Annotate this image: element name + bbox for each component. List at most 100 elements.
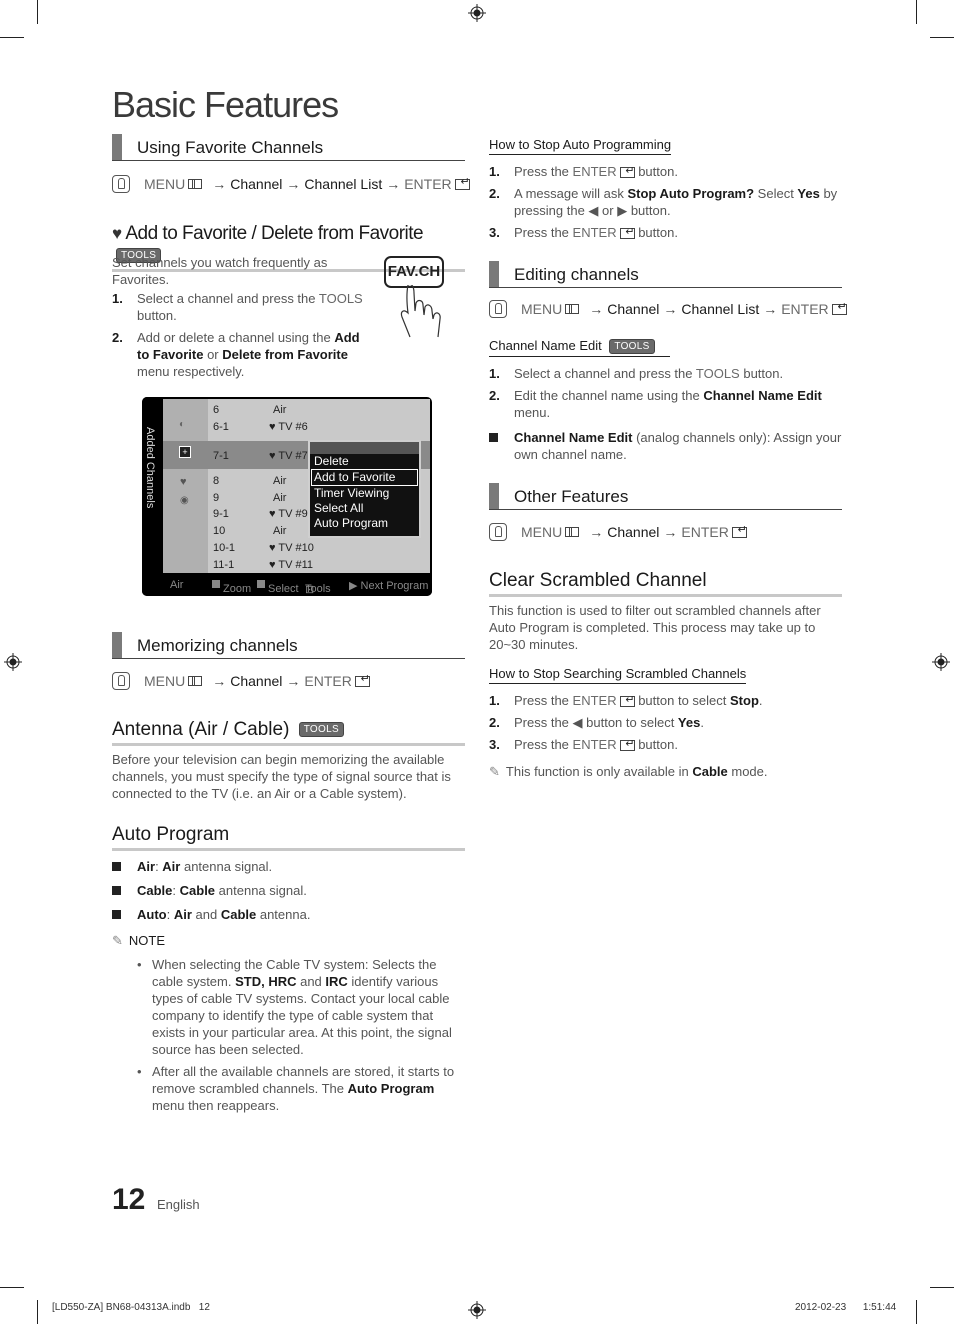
option-air: Air: Air antenna signal. [112, 858, 467, 875]
hand-pointer-icon [489, 523, 507, 541]
add-favorite-intro: Set channels you watch frequently as Fav… [112, 255, 328, 287]
note-pencil-icon: ✎ [112, 933, 123, 948]
hand-pointer-icon [489, 300, 507, 318]
path-enter: ENTER [304, 673, 352, 689]
path-step: Channel [607, 524, 660, 540]
add-channel-icon: + [179, 446, 191, 458]
step-item: 3.Press the ENTER button. [489, 736, 844, 753]
menu-icon [188, 179, 203, 189]
heading-text: Antenna (Air / Cable) [112, 719, 290, 740]
osd-menu-item-add-favorite[interactable]: Add to Favorite [311, 469, 418, 486]
enter-icon [619, 692, 635, 709]
channel-name-edit-bullet: Channel Name Edit (analog channels only)… [489, 429, 844, 470]
section-bar [112, 134, 122, 160]
osd-footer-next: ▶ Next Program [349, 580, 429, 592]
heart-icon: ♥ [112, 224, 122, 243]
print-slug-file: [LD550-ZA] BN68-04313A.indb 12 [52, 1302, 210, 1313]
osd-channel-row-selected: 7-1 ♥ TV #7 [213, 450, 308, 462]
page-language: English [157, 1197, 200, 1212]
osd-channel-row: 6 Air [213, 404, 287, 416]
path-menu: MENU [144, 176, 186, 192]
section-title: Editing channels [514, 265, 639, 284]
crop-mark [930, 37, 954, 38]
crop-mark [916, 0, 917, 24]
osd-side-label: Added Channels [144, 427, 156, 509]
enter-icon [454, 175, 470, 190]
osd-menu-item-timer-viewing[interactable]: Timer Viewing [310, 486, 419, 501]
step-item: 1. Select a channel and press the TOOLS b… [489, 366, 784, 381]
heading-auto-program: Auto Program [112, 824, 465, 851]
step-item: 2. A message will ask Stop Auto Program? … [489, 186, 838, 218]
crop-mark [930, 1287, 954, 1288]
option-auto: Auto: Air and Cable antenna. [112, 906, 467, 923]
section-title: Using Favorite Channels [137, 138, 324, 157]
print-slug-date: 2012-02-23 1:51:44 [795, 1302, 897, 1313]
osd-channel-row: 9-1 ♥ TV #9 [213, 508, 308, 520]
note-heading: ✎ NOTE [112, 933, 166, 948]
osd-channel-row: 11-1 ♥ TV #11 [213, 559, 314, 571]
osd-menu-item-select-all[interactable]: Select All [310, 501, 419, 516]
path-enter: ENTER [681, 524, 729, 540]
heading-text: Auto Program [112, 824, 230, 845]
crop-mark [37, 1300, 38, 1324]
osd-menu-item-delete[interactable]: Delete [310, 454, 419, 469]
channel-list-osd: Added Channels ◐ + ♥ ◉ 6 Air 6-1 ♥ TV #6 7… [142, 397, 432, 596]
hand-press-icon [400, 285, 441, 338]
bullet-item: Channel Name Edit (analog channels only)… [489, 429, 844, 463]
path-enter: ENTER [404, 176, 452, 192]
section-bar [489, 483, 499, 509]
auto-program-options: Air: Air antenna signal. Cable: Cable an… [112, 858, 467, 930]
channel-icon: ◐ [179, 419, 186, 430]
path-step: Channel [607, 301, 660, 317]
fav-ch-button-illustration: FAV.CH [384, 256, 444, 288]
osd-menu-item-auto-program[interactable]: Auto Program [310, 516, 419, 531]
sub-heading-channel-name-edit: Channel Name Edit TOOLS [489, 338, 670, 358]
registration-mark-icon [468, 4, 486, 22]
enter-icon [831, 300, 847, 315]
heading-text: Add to Favorite / Delete from Favorite [125, 223, 424, 244]
registration-mark-icon [932, 653, 950, 671]
osd-footer-source: Air [170, 579, 184, 591]
page-title: Basic Features [112, 84, 339, 125]
osd-tools-menu: Delete Add to Favorite Timer Viewing Sel… [308, 440, 421, 538]
sub-heading-stop-auto: How to Stop Auto Programming [489, 137, 672, 155]
section-title: Memorizing channels [137, 636, 298, 655]
crop-mark [0, 1287, 24, 1288]
enter-icon [619, 163, 635, 180]
section-heading-using-favorite: Using Favorite Channels [112, 134, 465, 161]
note-pencil-icon: ✎ [489, 764, 500, 779]
channel-name-edit-steps: 1. Select a channel and press the TOOLS b… [489, 365, 844, 426]
osd-channel-row: 6-1 ♥ TV #6 [213, 421, 308, 433]
stop-auto-steps: 1.Press the ENTER button. 2.A message wi… [489, 163, 844, 246]
menu-path-memorizing: MENU → Channel → ENTER [112, 672, 370, 690]
heading-antenna: Antenna (Air / Cable) TOOLS [112, 719, 465, 746]
step-item: 1.Press the ENTER button to select Stop. [489, 692, 844, 709]
heading-text: Clear Scrambled Channel [489, 570, 707, 591]
sub-heading-stop-searching: How to Stop Searching Scrambled Channels [489, 666, 747, 684]
osd-channel-row: 10 Air [213, 525, 287, 537]
path-enter: ENTER [781, 301, 829, 317]
tools-badge: TOOLS [609, 339, 655, 355]
osd-channel-row: 10-1 ♥ TV #10 [213, 542, 314, 554]
step-item: 1.Press the ENTER button. [489, 163, 844, 180]
registration-mark-icon [4, 653, 22, 671]
menu-path-using-favorite: MENU → Channel → Channel List → ENTER [112, 175, 470, 193]
enter-icon [619, 224, 635, 241]
menu-icon [188, 676, 203, 686]
page-number: 12 [112, 1183, 146, 1216]
menu-icon [565, 304, 580, 314]
note-item: • After all the available channels are st… [137, 1064, 455, 1113]
path-step: Channel [230, 176, 283, 192]
path-step: Channel List [681, 301, 760, 317]
favorite-icon: ♥ [180, 476, 187, 488]
step-item: 2. Press the ◀ button to select Yes. [489, 715, 704, 730]
antenna-description: Before your television can begin memoriz… [112, 752, 451, 801]
crop-mark [0, 37, 24, 38]
enter-icon [731, 523, 747, 538]
menu-path-other-features: MENU → Channel → ENTER [489, 523, 747, 541]
path-step: Channel [230, 673, 283, 689]
tools-badge: TOOLS [298, 722, 344, 738]
cable-mode-note: ✎ This function is only available in Cabl… [489, 764, 768, 779]
note-list: • When selecting the Cable TV system: Sel… [137, 956, 462, 1114]
clear-scrambled-description: This function is used to filter out scra… [489, 603, 821, 652]
